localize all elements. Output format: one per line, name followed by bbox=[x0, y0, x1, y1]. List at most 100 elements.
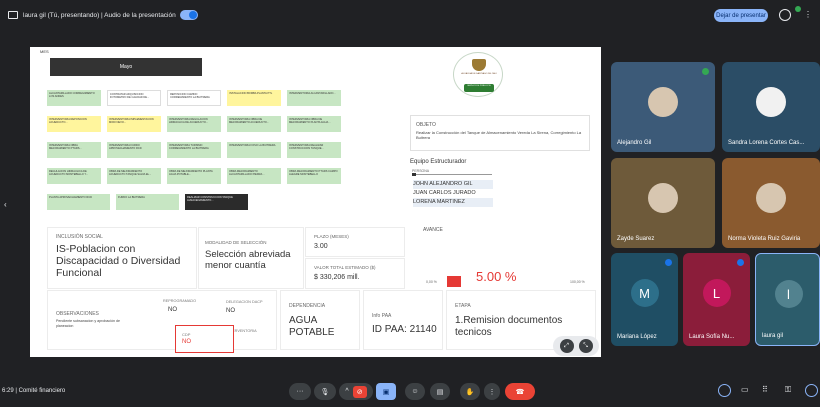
notification-badge bbox=[795, 6, 801, 12]
task-card: OBRA DE MEJORAMIENTO PLANTA AGUA POTABLE… bbox=[167, 168, 221, 184]
participant-name: Alejandro Gil bbox=[617, 140, 652, 146]
task-card: INTERVENTORIA REPOSICION ACUEDUCTO... bbox=[47, 116, 101, 132]
participant-name: Norma Violeta Ruiz Gaviria bbox=[728, 236, 801, 242]
task-card: OBRA DE MEJORAMIENTO ACUEDUCTO TANQUE SA… bbox=[107, 168, 161, 184]
camera-off-button[interactable]: ^ ⊘ bbox=[339, 383, 373, 400]
paa-value: ID PAA: 21140 bbox=[372, 324, 437, 335]
captions-icon[interactable]: ▤ bbox=[430, 383, 450, 400]
caret-up-icon[interactable]: ^ bbox=[345, 388, 348, 395]
bottom-bar: 6:29 | Comité financiero ··· 🎙 ^ ⊘ ▣ ☺ ▤… bbox=[0, 375, 820, 407]
more-vert-icon[interactable]: ⋮ bbox=[484, 383, 500, 400]
task-card: ALCANTARILLADO CORREGIMIENTO LOS ANDES bbox=[47, 90, 101, 106]
task-card: INTERVENTORIA REALIZAR CONSTRUCCION TANQ… bbox=[287, 142, 341, 158]
dependencia-card: DEPENDENCIA AGUA POTABLE bbox=[280, 290, 360, 350]
avatar: M bbox=[630, 279, 659, 307]
valor-total-card: VALOR TOTAL ESTIMADO ($) $ 330,206 mill. bbox=[305, 258, 405, 289]
avatar: L bbox=[702, 279, 731, 307]
participant-name: Zayde Suarez bbox=[617, 236, 655, 242]
logo-text: ALCALDÍA DE SANTIAGO DE CALI bbox=[461, 73, 497, 75]
slide-controls: ⤢ ⤡ bbox=[553, 336, 599, 356]
more-options-icon[interactable]: ··· bbox=[289, 383, 311, 400]
present-icon[interactable]: ▣ bbox=[376, 383, 396, 400]
participant-tile[interactable]: Norma Violeta Ruiz Gaviria bbox=[722, 158, 820, 248]
chat-icon[interactable]: ▭ bbox=[741, 385, 749, 394]
mes-label: MES bbox=[40, 49, 49, 54]
task-card: INTERVENTORIA FOSO LA BUITRERA bbox=[227, 142, 281, 158]
task-card: FURDO LA BUITRERA bbox=[116, 194, 179, 210]
task-card: OBRA MEJORAMIENTO ALCANTARILLADO PIEDRA.… bbox=[227, 168, 281, 184]
people-icon[interactable] bbox=[779, 9, 791, 21]
emoji-icon[interactable]: ☺ bbox=[405, 383, 425, 400]
avance-gauge-fill bbox=[447, 276, 461, 287]
presented-slide: MES Mayo ALCANTARILLADO CORREGIMIENTO LO… bbox=[30, 47, 601, 357]
task-card: INTERVENTORIA IMPLEMENTACION MODI NEXO..… bbox=[107, 116, 161, 132]
task-card: INTERVENTORIA TURISMO CORREGIMIENTO LA B… bbox=[167, 142, 221, 158]
task-row: REGULACION HIDRAULICA DE ACUEDUCTO MONTE… bbox=[47, 168, 347, 184]
logo-icon bbox=[756, 87, 786, 117]
paa-card: Info PAA ID PAA: 21140 bbox=[363, 290, 443, 350]
participant-tile[interactable]: Sandra Lorena Cortes Cas... bbox=[722, 62, 820, 152]
participant-name: Sandra Lorena Cortes Cas... bbox=[728, 140, 805, 146]
modalidad-value: Selección abreviada menor cuantía bbox=[205, 249, 291, 271]
participant-tile[interactable]: Zayde Suarez bbox=[611, 158, 715, 248]
account-icon[interactable] bbox=[805, 384, 818, 397]
delegacion-label: DELEGACION DACP bbox=[226, 300, 263, 304]
task-row: ALCANTARILLADO CORREGIMIENTO LOS ANDES CO… bbox=[47, 90, 347, 106]
paa-label: Info PAA bbox=[372, 313, 392, 319]
task-card: INTERVENTORIA OBRA MEJORAMIENTO P'TARS..… bbox=[47, 142, 101, 158]
participant-photo bbox=[648, 183, 678, 213]
cdp-card: CDP NO bbox=[175, 325, 234, 353]
task-card: REGULACION HIDRAULICA DE ACUEDUCTO MONTE… bbox=[47, 168, 101, 184]
task-card: REALIZAR CONSTRUCCION TANQUE ALMACENAMIE… bbox=[185, 194, 248, 210]
leave-call-icon[interactable]: ☎ bbox=[505, 383, 535, 400]
valor-total-value: $ 330,206 mill. bbox=[314, 274, 360, 281]
gauge-max: 100,00 % bbox=[570, 280, 585, 284]
task-grid: ALCANTARILLADO CORREGIMIENTO LOS ANDES CO… bbox=[47, 90, 347, 220]
mic-icon[interactable]: 🎙 bbox=[314, 383, 336, 400]
participant-tile[interactable]: Alejandro Gil bbox=[611, 62, 715, 152]
modalidad-label: MODALIDAD DE SELECCIÓN bbox=[205, 240, 267, 245]
task-card: INTERVENTORIA REGULACION HIDRAULICA DE A… bbox=[167, 116, 221, 132]
avance-label: AVANCE bbox=[423, 227, 443, 233]
etapa-value: 1.Remision documentos tecnicos bbox=[455, 315, 563, 338]
presentation-audio-toggle[interactable] bbox=[179, 10, 198, 20]
host-controls-icon[interactable]: ⚿ bbox=[785, 385, 791, 395]
participant-name: laura gil bbox=[762, 333, 784, 339]
participant-name: Laura Sofía Nu... bbox=[689, 334, 735, 340]
chevron-left-icon[interactable]: ‹ bbox=[4, 200, 7, 209]
objeto-label: OBJETO bbox=[416, 122, 436, 128]
stop-presenting-button[interactable]: Dejar de presentar bbox=[714, 9, 768, 22]
dependencia-value: AGUA POTABLE bbox=[289, 315, 335, 338]
activities-icon[interactable]: ⠿ bbox=[762, 385, 768, 394]
persona-divider bbox=[412, 174, 492, 175]
avatar: l bbox=[774, 280, 803, 308]
inclusion-card: INCLUSIÓN SOCIAL IS-Poblacion con Discap… bbox=[47, 227, 197, 289]
valor-total-label: VALOR TOTAL ESTIMADO ($) bbox=[314, 265, 376, 270]
more-vert-icon[interactable]: ⋮ bbox=[804, 10, 812, 19]
task-card: INSTALACION BOMBA PLANTA PTL bbox=[227, 90, 282, 106]
camera-off-icon[interactable]: ⊘ bbox=[352, 385, 367, 398]
participant-tile[interactable]: M Mariana López bbox=[611, 253, 678, 346]
plazo-card: PLAZO (MESES) 3.00 bbox=[305, 227, 405, 257]
fullscreen-icon[interactable]: ⤡ bbox=[578, 339, 593, 353]
participant-tile[interactable]: l laura gil bbox=[755, 253, 820, 346]
inclusion-value: IS-Poblacion con Discapacidad o Diversid… bbox=[56, 243, 181, 279]
task-card: INTERVENTORIA ALCANTARILLADO... bbox=[287, 90, 341, 106]
task-card: INTERVENTORIA OBRA DE MEJORAMIENTO ACUED… bbox=[227, 116, 281, 132]
plazo-value: 3.00 bbox=[314, 243, 328, 250]
task-row: INTERVENTORIA OBRA MEJORAMIENTO P'TARS..… bbox=[47, 142, 347, 158]
task-card: INTERVENTORIA OBRA DE MEJORAMIENTO PLANT… bbox=[287, 116, 341, 132]
modalidad-card: MODALIDAD DE SELECCIÓN Selección abrevia… bbox=[198, 227, 304, 289]
dependencia-label: DEPENDENCIA bbox=[289, 303, 326, 309]
observaciones-text: Pendiente subsanacion y aprobación de pl… bbox=[56, 319, 120, 328]
reprogramado-value: NO bbox=[168, 307, 177, 313]
raise-hand-icon[interactable]: ✋ bbox=[460, 383, 480, 400]
task-card: INTERVENTORIA FURDO APROVECHAMIENTO RCD bbox=[107, 142, 161, 158]
shield-logo-icon bbox=[472, 59, 486, 71]
info-icon[interactable] bbox=[718, 384, 731, 397]
participant-tile[interactable]: L Laura Sofía Nu... bbox=[683, 253, 750, 346]
logo-banner: SERVICIOS PÚBLICOS bbox=[464, 84, 494, 92]
top-bar: laura gil (Tú, presentando) | Audio de l… bbox=[0, 0, 820, 30]
zoom-in-icon[interactable]: ⤢ bbox=[559, 339, 574, 353]
participant-name: Mariana López bbox=[617, 334, 657, 340]
